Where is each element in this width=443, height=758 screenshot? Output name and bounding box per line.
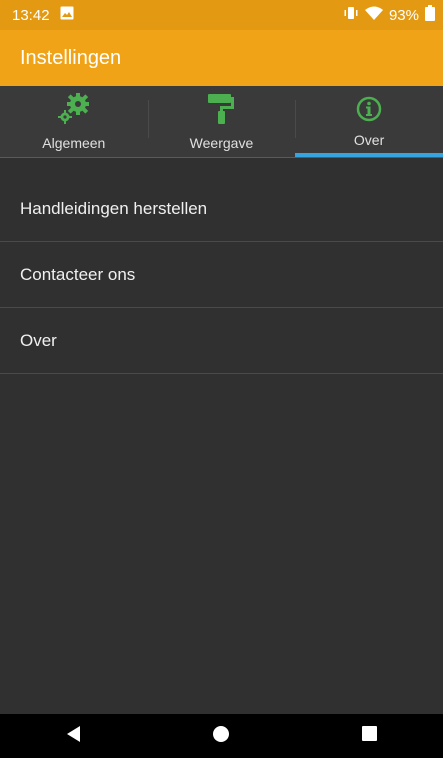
tab-label-weergave: Weergave: [189, 135, 254, 151]
recents-icon: [361, 726, 377, 746]
tab-label-over: Over: [353, 132, 385, 148]
tab-bar: Algemeen Weergave Over: [0, 86, 443, 158]
status-time: 13:42: [12, 6, 50, 24]
list-item-label: Handleidingen herstellen: [20, 198, 208, 218]
list-item-label: Contacteer ons: [20, 264, 136, 284]
back-icon: [66, 725, 81, 747]
info-icon: [356, 96, 382, 127]
tab-label-algemeen: Algemeen: [42, 135, 106, 151]
app-bar: Instellingen: [0, 30, 443, 86]
page-title: Instellingen: [20, 46, 122, 69]
home-icon: [212, 725, 230, 748]
status-left: 13:42: [12, 6, 74, 24]
list-item-label: Over: [20, 330, 57, 350]
tab-algemeen[interactable]: Algemeen: [0, 86, 148, 158]
settings-list: Handleidingen herstellen Contacteer ons …: [0, 176, 443, 374]
vibrate-icon: [343, 6, 359, 24]
paint-roller-icon: [206, 93, 236, 130]
recents-button[interactable]: [349, 716, 389, 756]
status-right: 93%: [343, 5, 435, 25]
battery-icon: [425, 5, 435, 25]
status-bar: 13:42 93%: [0, 0, 443, 30]
home-button[interactable]: [201, 716, 241, 756]
tab-weergave[interactable]: Weergave: [147, 86, 296, 158]
battery-percent: 93%: [388, 6, 419, 24]
list-item-over[interactable]: Over: [0, 308, 443, 374]
image-notification-icon: [60, 6, 74, 24]
tab-over[interactable]: Over: [295, 86, 443, 158]
wifi-icon: [364, 6, 383, 24]
tab-bar-divider: [0, 157, 443, 158]
list-item-handleidingen-herstellen[interactable]: Handleidingen herstellen: [0, 176, 443, 242]
system-nav-bar: [0, 714, 443, 758]
list-item-contacteer-ons[interactable]: Contacteer ons: [0, 242, 443, 308]
gears-icon: [57, 93, 91, 130]
back-button[interactable]: [54, 716, 94, 756]
